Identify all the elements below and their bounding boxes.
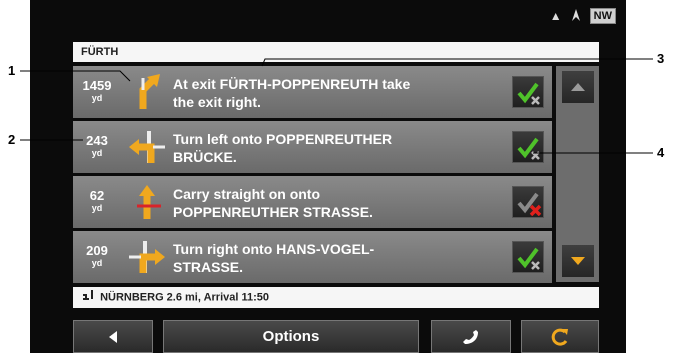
- navigation-screen: ▲ NW FÜRTH 1459 yd At exit FÜRTH-POPPENR…: [30, 0, 626, 353]
- list-item[interactable]: 209 yd Turn right onto HANS-VOGEL- STRAS…: [73, 231, 552, 283]
- straight-arrow-icon: [137, 185, 161, 219]
- chevron-down-icon: [571, 257, 585, 265]
- instruction-line: Turn left onto POPPENREUTHER: [173, 131, 393, 147]
- heading-indicator: NW: [589, 8, 616, 24]
- avoid-toggle-button[interactable]: [512, 76, 544, 108]
- callout-1: 1: [8, 63, 16, 78]
- turn-left-arrow-icon: [129, 131, 165, 163]
- recalculate-button[interactable]: [521, 320, 599, 353]
- avoid-toggle-button[interactable]: [512, 131, 544, 163]
- list-item[interactable]: 62 yd Carry straight on onto POPPENREUTH…: [73, 176, 552, 228]
- distance-value: 62: [89, 188, 105, 203]
- status-bar: ▲ NW: [550, 7, 616, 25]
- phone-button[interactable]: [431, 320, 511, 353]
- distance: 1459 yd: [73, 66, 121, 118]
- instruction-text: Turn left onto POPPENREUTHER BRÜCKE.: [173, 130, 503, 166]
- distance-unit: yd: [91, 93, 103, 103]
- check-icon: [517, 247, 540, 270]
- turn-right-arrow-icon: [129, 241, 165, 273]
- instruction-text: At exit FÜRTH-POPPENREUTH take the exit …: [173, 75, 503, 111]
- instruction-line: Turn right onto HANS-VOGEL-: [173, 241, 375, 257]
- scroll-down-button[interactable]: [562, 245, 594, 277]
- list-item[interactable]: 243 yd Turn left onto POPPENREUTHER BRÜC…: [73, 121, 552, 173]
- route-header: FÜRTH: [73, 42, 599, 62]
- distance-unit: yd: [91, 203, 103, 213]
- list-item[interactable]: 1459 yd At exit FÜRTH-POPPENREUTH take t…: [73, 66, 552, 118]
- destination-bar: NÜRNBERG 2.6 mi, Arrival 11:50: [73, 287, 599, 308]
- exit-right-arrow-icon: [139, 74, 160, 109]
- callout-3: 3: [657, 51, 665, 66]
- scrollbar[interactable]: [556, 66, 599, 282]
- distance-value: 243: [86, 133, 108, 148]
- instruction-line: POPPENREUTHER STRASSE.: [173, 204, 373, 220]
- avoid-toggle-button[interactable]: [512, 186, 544, 218]
- check-icon: [517, 137, 540, 160]
- avoid-toggle-button[interactable]: [512, 241, 544, 273]
- distance: 62 yd: [73, 176, 121, 228]
- instruction-list: 1459 yd At exit FÜRTH-POPPENREUTH take t…: [73, 66, 552, 286]
- destination-summary: NÜRNBERG 2.6 mi, Arrival 11:50: [100, 291, 269, 304]
- chevron-left-icon: [109, 330, 117, 343]
- instruction-text: Turn right onto HANS-VOGEL- STRASSE.: [173, 240, 503, 276]
- destination-flag-icon: [83, 287, 97, 308]
- options-button[interactable]: Options: [163, 320, 419, 353]
- scroll-up-button[interactable]: [562, 71, 594, 103]
- phone-icon: [463, 329, 478, 344]
- instruction-text: Carry straight on onto POPPENREUTHER STR…: [173, 185, 503, 221]
- callout-2: 2: [8, 132, 16, 147]
- distance: 243 yd: [73, 121, 121, 173]
- cross-icon: [517, 192, 542, 216]
- warning-icon: ▲: [549, 9, 562, 23]
- callout-4: 4: [657, 145, 665, 160]
- gps-signal-icon: [570, 8, 582, 25]
- distance-unit: yd: [91, 258, 103, 268]
- instruction-line: BRÜCKE.: [173, 149, 237, 165]
- refresh-icon: [551, 328, 568, 346]
- distance-value: 209: [86, 243, 108, 258]
- check-icon: [517, 82, 540, 105]
- distance-unit: yd: [91, 148, 103, 158]
- distance: 209 yd: [73, 231, 121, 283]
- instruction-line: STRASSE.: [173, 259, 244, 275]
- chevron-up-icon: [571, 83, 585, 91]
- distance-value: 1459: [82, 78, 112, 93]
- instruction-line: Carry straight on onto: [173, 186, 321, 202]
- instruction-line: At exit FÜRTH-POPPENREUTH take: [173, 76, 411, 92]
- back-button[interactable]: [73, 320, 153, 353]
- instruction-line: the exit right.: [173, 94, 261, 110]
